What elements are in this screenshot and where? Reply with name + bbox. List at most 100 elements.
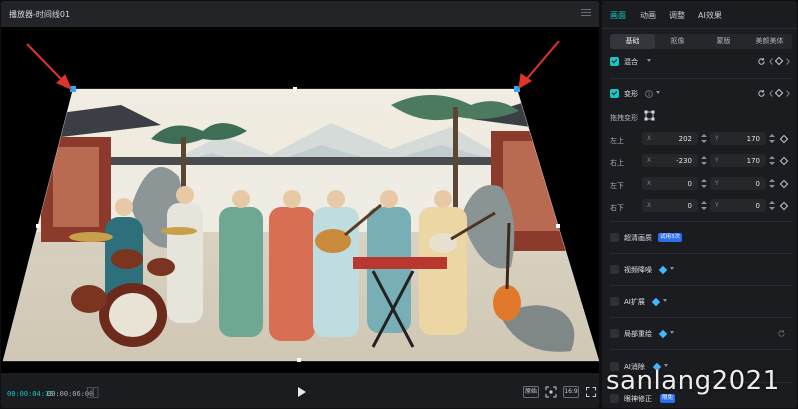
player-title: 播放器-时间线01: [9, 10, 71, 19]
grid-icon[interactable]: [87, 387, 99, 398]
keyframe-icon[interactable]: [779, 156, 789, 166]
original-size-button[interactable]: 原始: [523, 386, 539, 398]
corner-y-input[interactable]: Y0: [710, 199, 766, 212]
chevron-down-icon[interactable]: [670, 331, 674, 334]
super-resolution-label: 超清画质: [624, 234, 652, 242]
tab-adjust[interactable]: 调整: [669, 10, 685, 21]
menu-icon[interactable]: [581, 7, 591, 19]
inspector-panel: 画面 动画 调整 AI效果 基础 抠像 蒙版 美颜美体 混合 变形 拖拽变形 左…: [602, 1, 797, 408]
blend-checkbox[interactable]: [610, 57, 619, 66]
transform-checkbox[interactable]: [610, 89, 619, 98]
corner-label: 右下: [610, 204, 624, 212]
y-stepper[interactable]: [768, 154, 776, 167]
blend-section: 混合: [610, 55, 792, 69]
chevron-down-icon[interactable]: [663, 299, 667, 302]
sub-tabs: 基础 抠像 蒙版 美颜美体: [610, 34, 792, 49]
reset-icon[interactable]: [757, 57, 766, 66]
prev-keyframe-icon[interactable]: [769, 90, 773, 97]
x-stepper[interactable]: [700, 132, 708, 145]
next-keyframe-icon[interactable]: [786, 58, 790, 65]
prev-keyframe-icon[interactable]: [769, 58, 773, 65]
watermark-text: sanlang2021: [606, 366, 780, 396]
play-icon[interactable]: [297, 386, 307, 398]
preview-canvas[interactable]: [1, 27, 599, 373]
y-stepper[interactable]: [768, 199, 776, 212]
inspector-tabs: 画面 动画 调整 AI效果: [602, 1, 797, 29]
transform-label: 变形: [624, 90, 638, 98]
arrow-annotation-left: [26, 43, 72, 90]
vip-gem-icon: [658, 329, 668, 339]
corner-x-input[interactable]: X 202: [642, 132, 698, 145]
corner-y-input[interactable]: Y 170: [710, 154, 766, 167]
handle-left-mid: [36, 224, 40, 228]
player-panel: 播放器-时间线01 00:00:04:15 00:00:06:00 原始 16:…: [1, 1, 599, 408]
local-redraw-section: 局部重绘: [610, 327, 792, 341]
corner-label: 左下: [610, 182, 624, 190]
keyframe-icon[interactable]: [779, 134, 789, 144]
local-redraw-label: 局部重绘: [624, 330, 652, 338]
corner-y-input[interactable]: Y0: [710, 177, 766, 190]
subtab-basic[interactable]: 基础: [610, 34, 655, 49]
corner-x-input[interactable]: X0: [642, 199, 698, 212]
handle-bottom-mid: [297, 358, 301, 362]
chevron-down-icon[interactable]: [670, 267, 674, 270]
divider: [610, 221, 792, 222]
local-redraw-checkbox[interactable]: [610, 329, 619, 338]
chevron-down-icon[interactable]: [647, 59, 651, 62]
super-resolution-section: 超清画质 试用3次: [610, 231, 792, 245]
x-stepper[interactable]: [700, 199, 708, 212]
transform-section: 变形: [610, 87, 792, 101]
drag-transform-icon[interactable]: [644, 110, 655, 121]
trial-badge: 试用3次: [658, 233, 682, 242]
corner-label: 左上: [610, 137, 624, 145]
tab-animation[interactable]: 动画: [640, 10, 656, 21]
y-stepper[interactable]: [768, 132, 776, 145]
blend-label: 混合: [624, 58, 638, 66]
ai-expand-section: AI扩展: [610, 295, 792, 309]
super-resolution-checkbox[interactable]: [610, 233, 619, 242]
reset-icon[interactable]: [757, 89, 766, 98]
divider: [610, 317, 792, 318]
corner-x-input[interactable]: X -230: [642, 154, 698, 167]
handle-top-mid: [293, 87, 297, 91]
fit-view-icon[interactable]: [545, 386, 557, 398]
aspect-ratio-button[interactable]: 16:9: [563, 386, 579, 398]
chevron-down-icon[interactable]: [656, 91, 660, 94]
keyframe-icon[interactable]: [779, 179, 789, 189]
video-denoise-label: 视频降噪: [624, 266, 652, 274]
divider: [610, 78, 792, 79]
corner-y-input[interactable]: Y 170: [710, 132, 766, 145]
vip-gem-icon: [658, 265, 668, 275]
subtab-beauty[interactable]: 美颜美体: [747, 34, 792, 49]
ai-expand-label: AI扩展: [624, 298, 645, 306]
info-icon: [645, 90, 653, 98]
video-denoise-checkbox[interactable]: [610, 265, 619, 274]
video-denoise-section: 视频降噪: [610, 263, 792, 277]
divider: [610, 285, 792, 286]
tab-picture[interactable]: 画面: [610, 10, 626, 21]
ai-expand-checkbox[interactable]: [610, 297, 619, 306]
keyframe-icon[interactable]: [779, 201, 789, 211]
painting-image: [3, 89, 599, 361]
handle-right-mid: [556, 224, 560, 228]
vip-gem-icon: [651, 297, 661, 307]
y-stepper[interactable]: [768, 177, 776, 190]
corner-x-input[interactable]: X0: [642, 177, 698, 190]
subtab-keying[interactable]: 抠像: [655, 34, 700, 49]
reset-icon[interactable]: [777, 329, 786, 338]
player-controls: 00:00:04:15 00:00:06:00 原始 16:9: [1, 373, 599, 408]
player-header: 播放器-时间线01: [1, 1, 599, 27]
fullscreen-icon[interactable]: [586, 387, 596, 397]
x-stepper[interactable]: [700, 154, 708, 167]
corner-label: 右上: [610, 159, 624, 167]
divider: [610, 349, 792, 350]
next-keyframe-icon[interactable]: [786, 90, 790, 97]
x-stepper[interactable]: [700, 177, 708, 190]
tab-ai-effects[interactable]: AI效果: [698, 10, 722, 21]
divider: [610, 253, 792, 254]
keyframe-icon[interactable]: [774, 88, 784, 98]
subtab-mask[interactable]: 蒙版: [701, 34, 746, 49]
drag-transform-label: 拖拽变形: [610, 114, 638, 122]
arrow-annotation-right: [518, 40, 560, 89]
keyframe-icon[interactable]: [774, 56, 784, 66]
